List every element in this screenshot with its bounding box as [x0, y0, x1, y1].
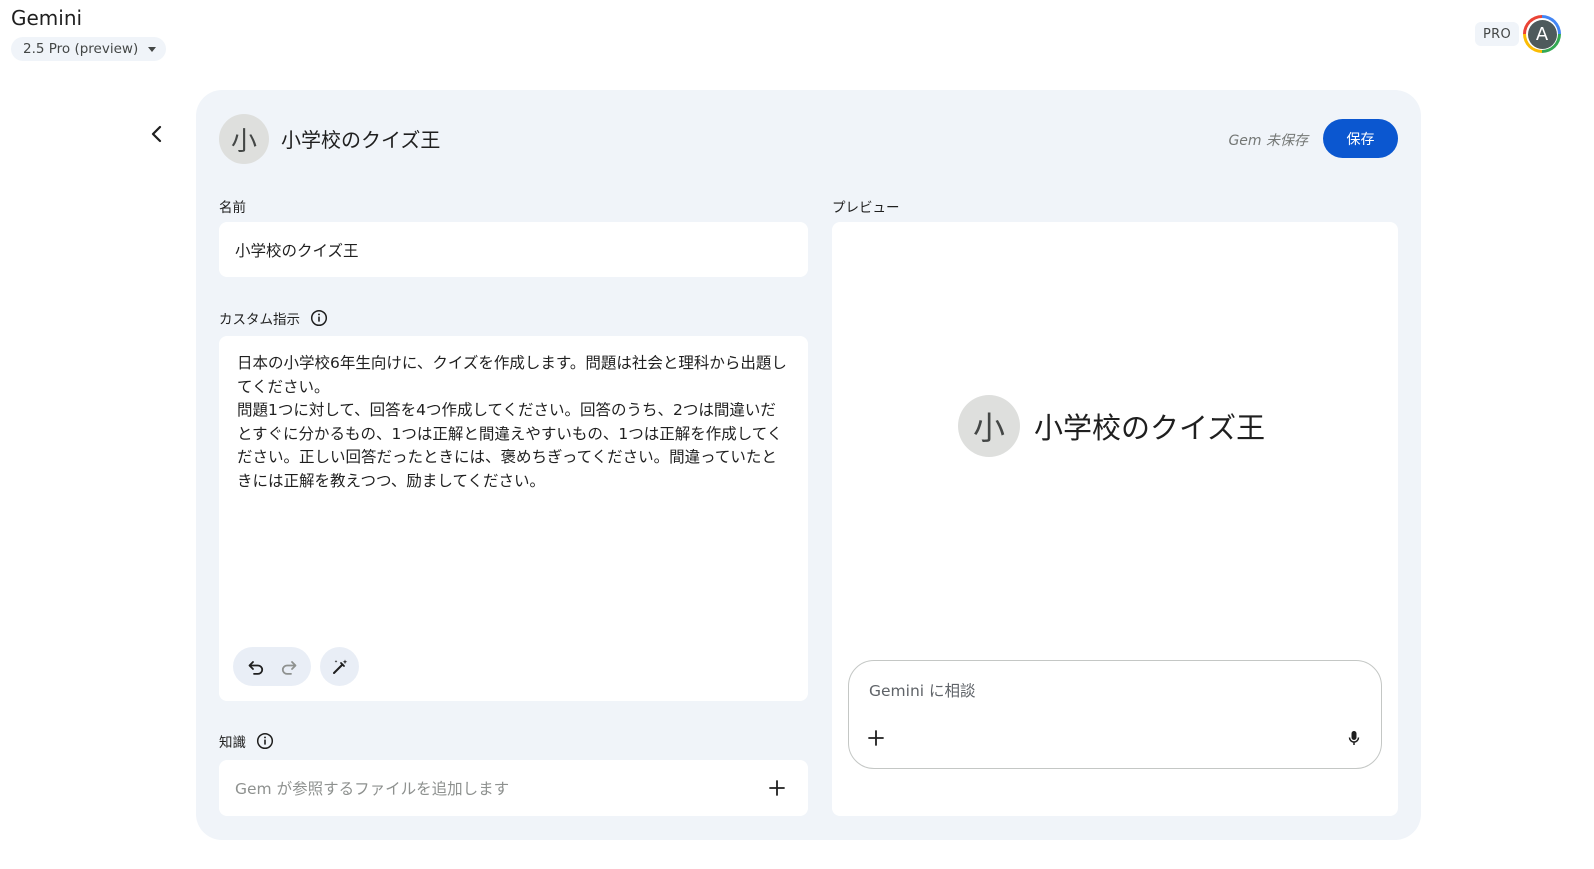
plus-icon[interactable] — [867, 729, 885, 747]
name-label-text: 名前 — [219, 200, 246, 216]
gem-avatar: 小 — [219, 114, 269, 164]
plus-icon[interactable] — [768, 779, 786, 797]
chat-placeholder: Gemini に相談 — [869, 682, 976, 700]
magic-wand-icon — [332, 659, 347, 674]
preview-box: 小 小学校のクイズ王 Gemini に相談 — [832, 222, 1398, 816]
preview-avatar: 小 — [958, 395, 1020, 457]
knowledge-label-text: 知識 — [219, 735, 246, 751]
instructions-label: カスタム指示 — [219, 308, 328, 328]
preview-title: 小学校のクイズ王 — [1034, 411, 1266, 445]
redo-icon[interactable] — [279, 657, 299, 677]
chevron-left-icon — [151, 125, 162, 143]
name-label: 名前 — [219, 196, 246, 216]
knowledge-placeholder: Gem が参照するファイルを追加します — [235, 780, 510, 798]
instructions-label-text: カスタム指示 — [219, 312, 300, 328]
magic-wand-button[interactable] — [320, 647, 359, 686]
unsaved-status: Gem 未保存 — [1228, 133, 1308, 149]
avatar-initial: A — [1527, 19, 1557, 49]
preview-label-text: プレビュー — [832, 200, 900, 216]
preview-label: プレビュー — [832, 196, 900, 216]
model-label: 2.5 Pro (preview) — [23, 41, 139, 57]
undo-icon[interactable] — [246, 657, 266, 677]
pro-badge: PRO — [1475, 22, 1520, 46]
chat-input[interactable]: Gemini に相談 — [848, 660, 1382, 769]
preview-gem-header: 小 小学校のクイズ王 — [958, 395, 1265, 457]
name-field[interactable] — [219, 222, 808, 277]
info-icon[interactable] — [256, 732, 274, 750]
gem-editor-panel: 小 小学校のクイズ王 Gem 未保存 保存 名前 カスタム指示 日本の小学校6年… — [196, 90, 1421, 840]
info-icon[interactable] — [310, 309, 328, 327]
knowledge-field[interactable]: Gem が参照するファイルを追加します — [219, 760, 808, 816]
model-picker[interactable]: 2.5 Pro (preview) — [11, 37, 167, 61]
knowledge-label: 知識 — [219, 731, 274, 751]
microphone-icon[interactable] — [1345, 729, 1363, 747]
gem-title: 小学校のクイズ王 — [281, 128, 441, 152]
instructions-textarea[interactable]: 日本の小学校6年生向けに、クイズを作成します。問題は社会と理科から出題してくださ… — [237, 352, 790, 632]
back-button[interactable] — [140, 117, 174, 151]
avatar-inner: A — [1526, 18, 1558, 50]
account-avatar[interactable]: A — [1523, 15, 1561, 53]
undo-redo-group — [233, 647, 311, 686]
caret-down-icon — [148, 46, 157, 52]
app-title: Gemini — [11, 6, 83, 30]
save-button[interactable]: 保存 — [1323, 119, 1398, 158]
instructions-box: 日本の小学校6年生向けに、クイズを作成します。問題は社会と理科から出題してくださ… — [219, 336, 808, 701]
